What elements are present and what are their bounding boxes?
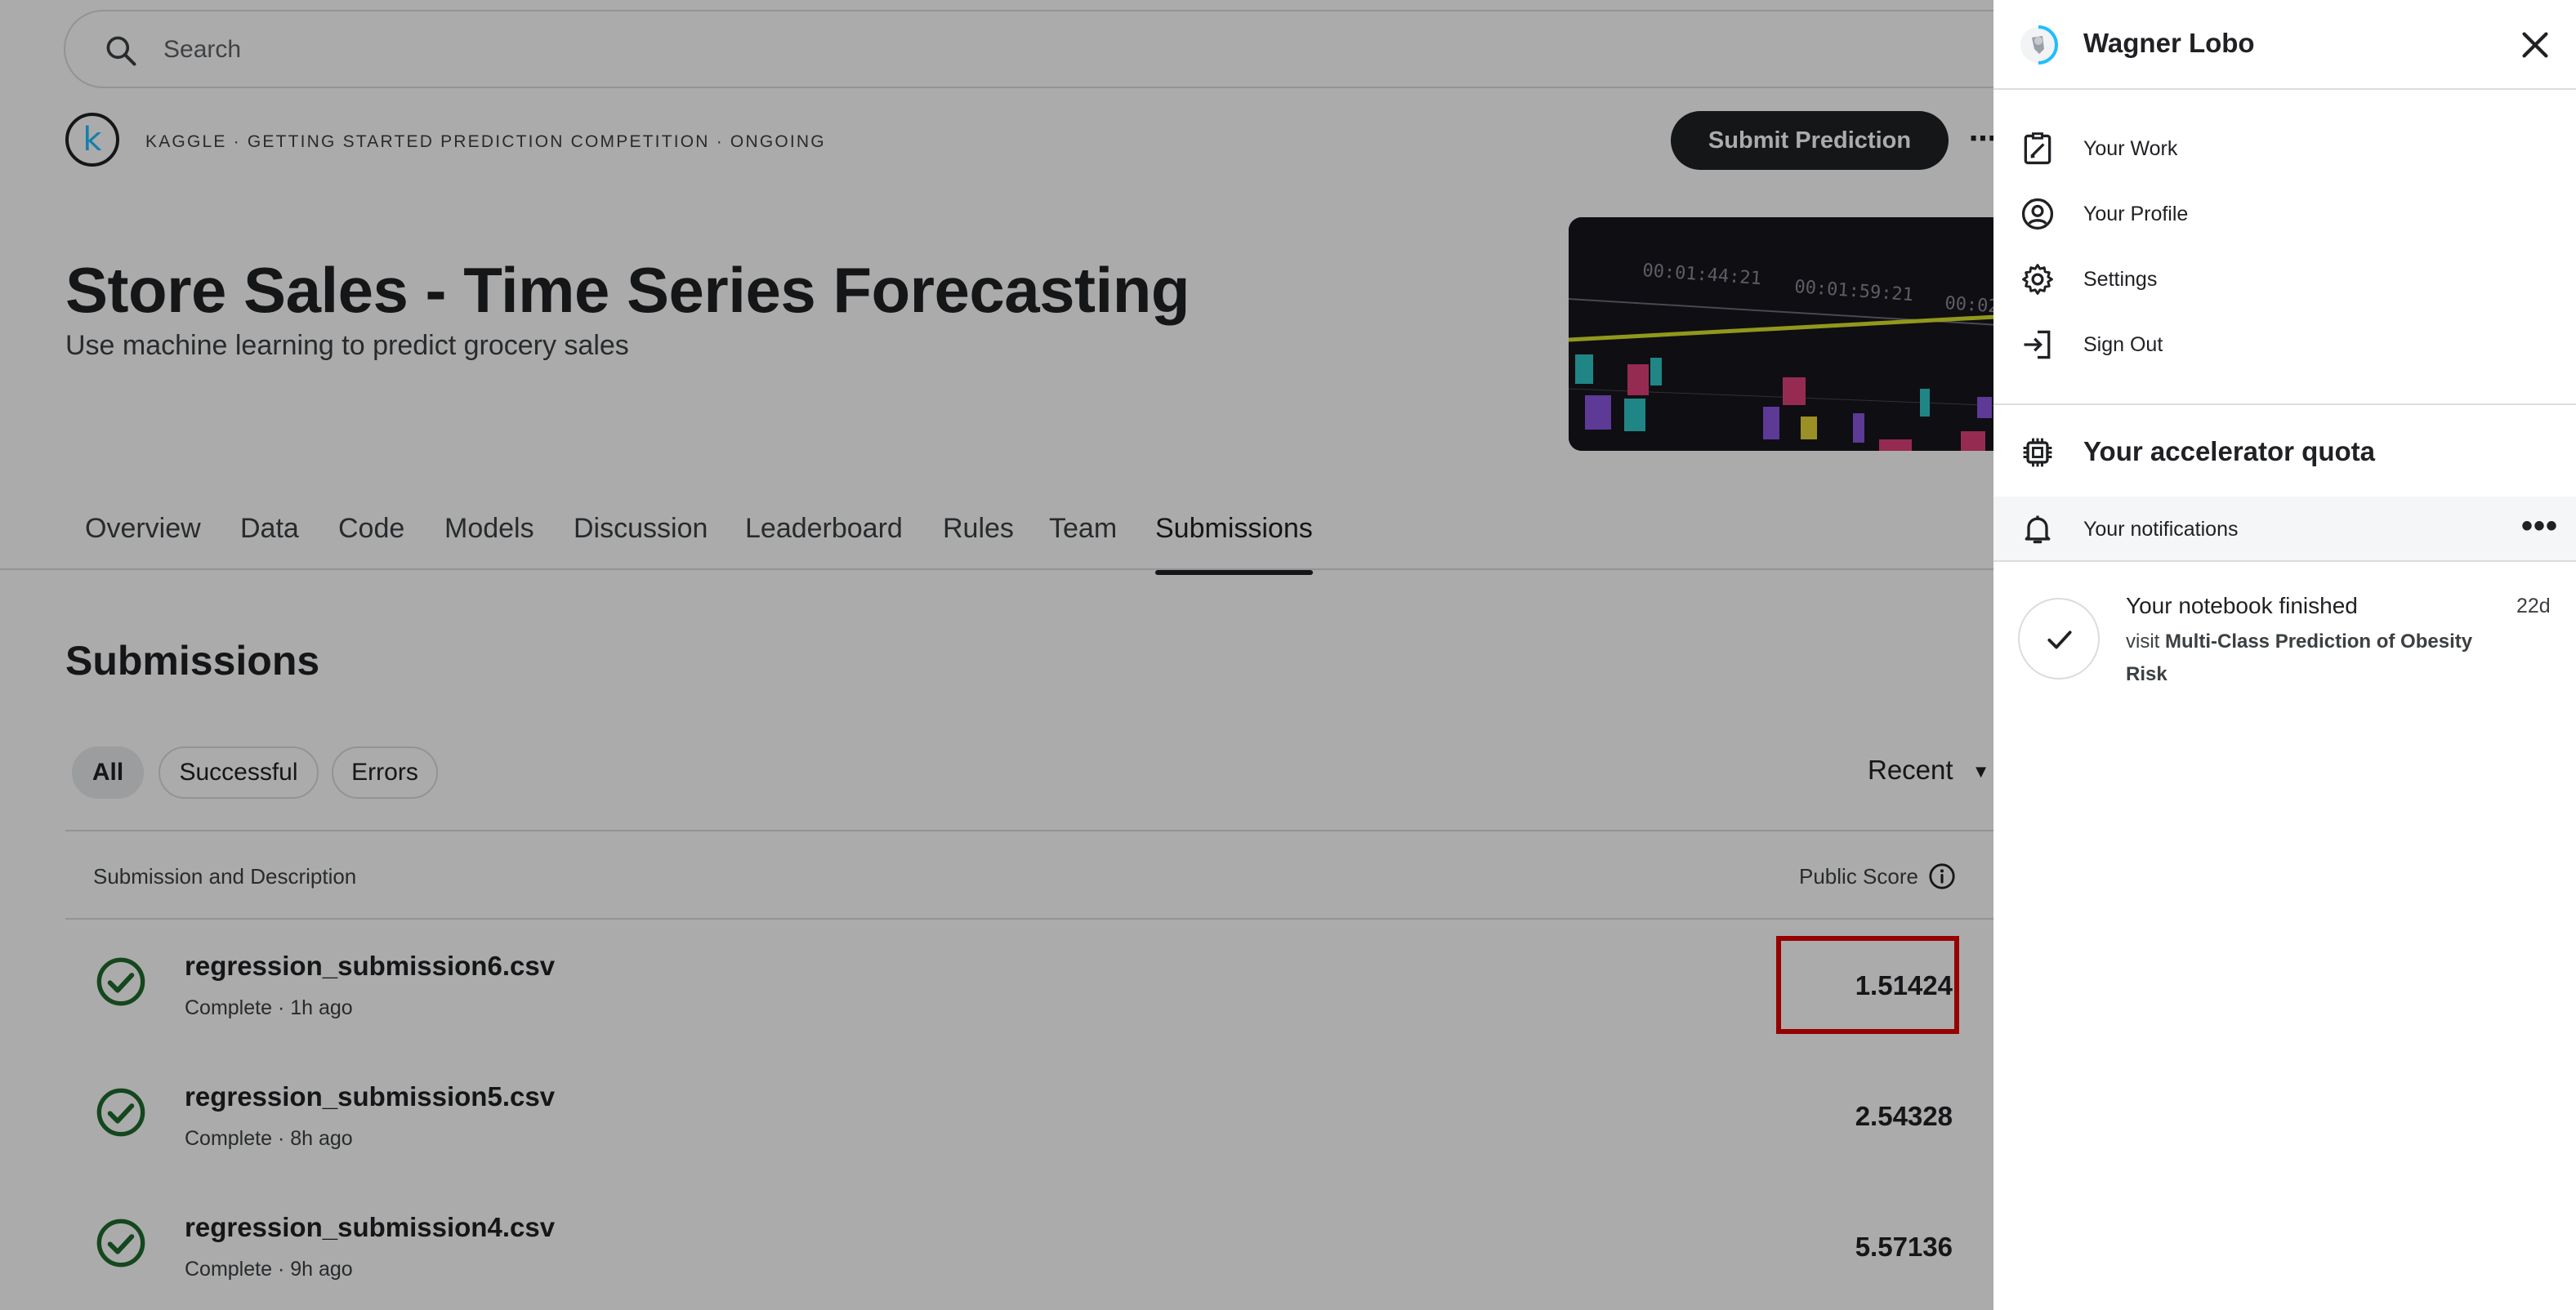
more-options-icon[interactable]: ••• — [2521, 508, 2558, 545]
main-page: k KAGGLE · GETTING STARTED PREDICTION CO… — [0, 0, 1993, 1310]
menu-your-profile[interactable]: Your Profile — [1993, 185, 2576, 242]
user-name: Wagner Lobo — [2083, 28, 2255, 58]
chip-icon — [2023, 438, 2052, 467]
notification-link[interactable]: Multi-Class Prediction of Obesity Risk — [2126, 630, 2472, 685]
sign-out-icon — [2024, 330, 2051, 359]
menu-label: Your Work — [2083, 137, 2178, 160]
edit-clipboard-icon — [2024, 132, 2051, 165]
gear-icon — [2022, 264, 2053, 295]
checkmark-icon — [2047, 630, 2072, 649]
notification-description: visit Multi-Class Prediction of Obesity … — [2126, 626, 2485, 691]
menu-label: Your Profile — [2083, 203, 2189, 225]
user-menu-panel: Wagner Lobo Your Work Your Profile Setti… — [1993, 0, 2576, 1310]
divider — [1993, 403, 2576, 405]
notification-prefix: visit — [2126, 630, 2160, 653]
notifications-header: Your notifications ••• — [1993, 497, 2576, 562]
avatar[interactable] — [2018, 25, 2059, 65]
accelerator-quota[interactable]: Your accelerator quota — [1993, 417, 2576, 492]
menu-label: Settings — [2083, 268, 2158, 291]
notification-item[interactable]: Your notebook finished 22d visit Multi-C… — [1993, 572, 2576, 702]
notification-title: Your notebook finished — [2126, 593, 2358, 618]
modal-backdrop[interactable] — [0, 0, 1993, 1310]
menu-settings[interactable]: Settings — [1993, 250, 2576, 307]
profile-icon — [2021, 198, 2054, 230]
quota-label: Your accelerator quota — [2083, 436, 2375, 466]
menu-label: Sign Out — [2083, 333, 2163, 356]
notification-time: 22d — [2516, 595, 2551, 617]
bell-icon — [2025, 515, 2051, 544]
close-icon[interactable] — [2516, 26, 2554, 64]
menu-sign-out[interactable]: Sign Out — [1993, 315, 2576, 372]
panel-header: Wagner Lobo — [1993, 0, 2576, 90]
notification-status-badge — [2018, 598, 2100, 680]
notifications-label: Your notifications — [2083, 518, 2239, 541]
menu-your-work[interactable]: Your Work — [1993, 119, 2576, 176]
